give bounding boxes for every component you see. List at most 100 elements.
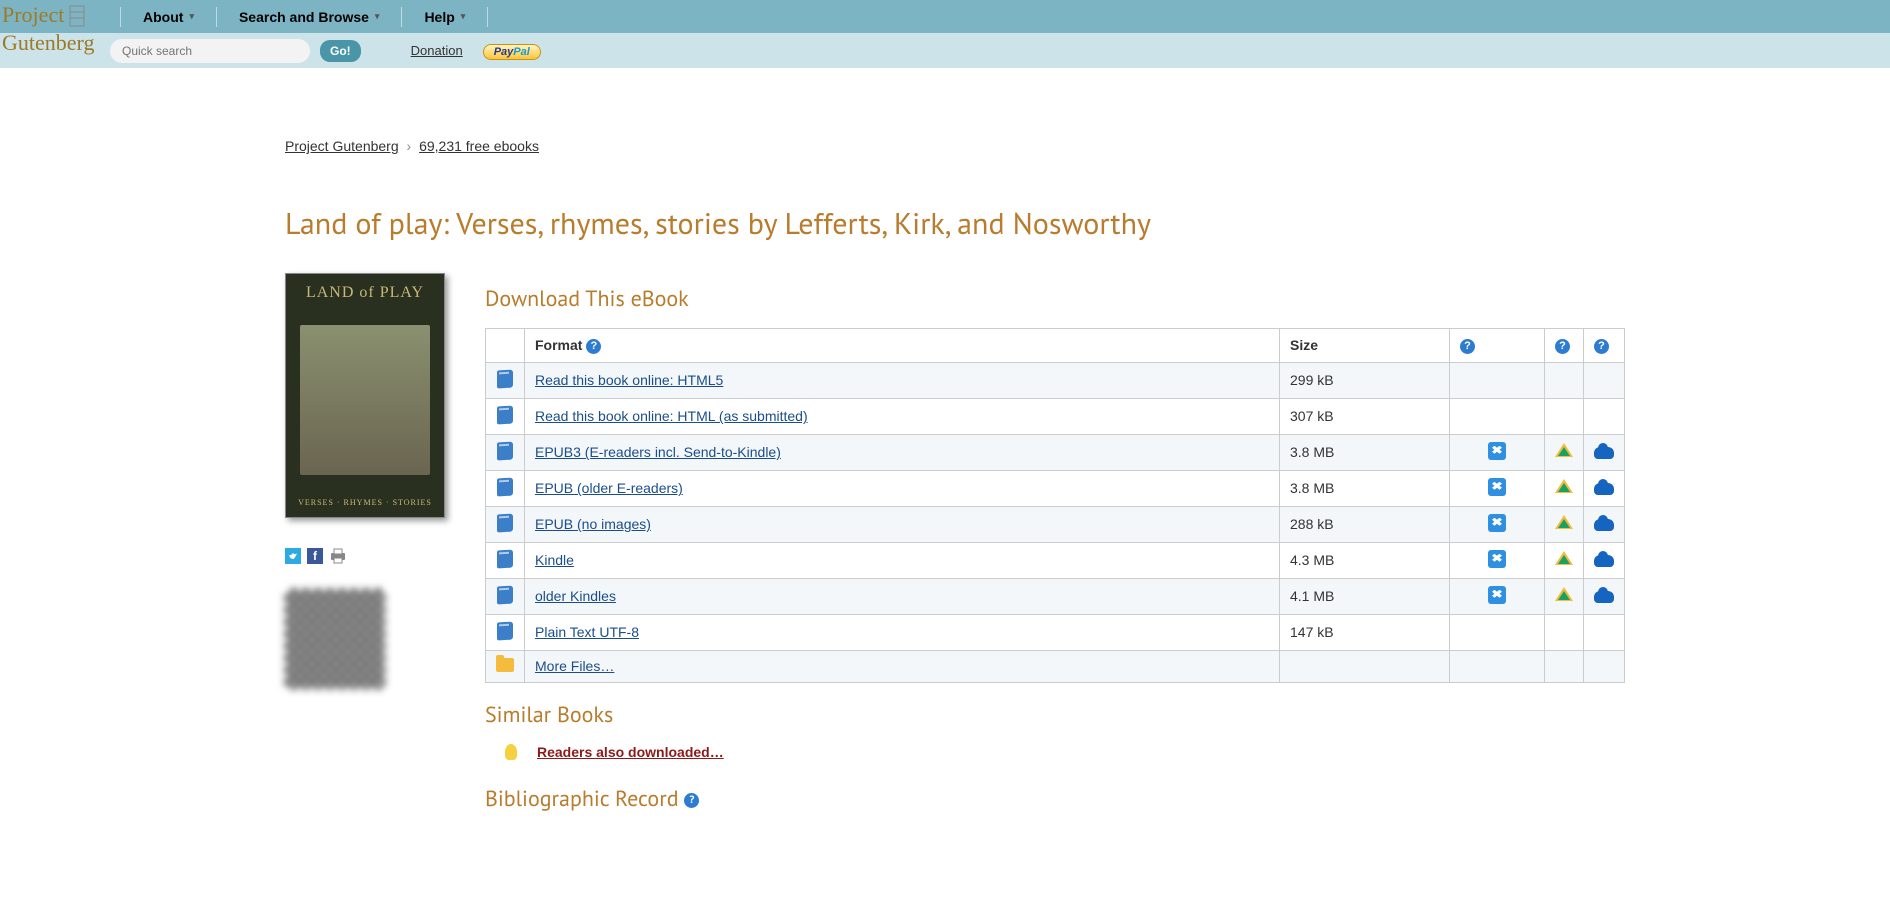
onedrive-cell (1584, 470, 1625, 506)
dropbox-cell (1450, 578, 1545, 614)
onedrive-cell (1584, 614, 1625, 650)
lightbulb-icon (505, 744, 517, 760)
facebook-icon[interactable]: f (307, 548, 323, 564)
page-title: Land of play: Verses, rhymes, stories by… (285, 204, 1625, 243)
dropbox-cell (1450, 398, 1545, 434)
row-icon-cell (486, 362, 525, 398)
th-format: Format ? (525, 329, 1280, 363)
download-table: Format ? Size ? ? ? Read this book onlin… (485, 328, 1625, 683)
gdrive-icon[interactable] (1555, 479, 1573, 495)
dropbox-icon[interactable] (1488, 442, 1506, 460)
twitter-icon[interactable] (285, 548, 301, 564)
dropbox-cell (1450, 470, 1545, 506)
gdrive-icon[interactable] (1555, 443, 1573, 459)
table-row: older Kindles4.1 MB (486, 578, 1625, 614)
table-row: EPUB3 (E-readers incl. Send-to-Kindle) 3.… (486, 434, 1625, 470)
gdrive-cell (1545, 398, 1584, 434)
nav-search-browse[interactable]: Search and Browse (217, 0, 401, 33)
search-go-button[interactable]: Go! (320, 40, 361, 62)
dropbox-cell (1450, 650, 1545, 682)
onedrive-icon[interactable] (1594, 555, 1614, 567)
help-icon[interactable]: ? (684, 793, 699, 808)
size-cell: 3.8 MB (1280, 434, 1450, 470)
nav-help-label: Help (424, 9, 454, 25)
format-link[interactable]: older Kindles (535, 588, 616, 604)
onedrive-icon[interactable] (1594, 519, 1614, 531)
site-logo[interactable]: Project Gutenberg (2, 2, 107, 67)
table-row: More Files… (486, 650, 1625, 682)
dropbox-cell (1450, 542, 1545, 578)
row-icon-cell (486, 506, 525, 542)
format-link[interactable]: More Files… (535, 658, 614, 674)
onedrive-icon[interactable] (1594, 591, 1614, 603)
nav-about[interactable]: About (121, 0, 216, 33)
gdrive-cell (1545, 650, 1584, 682)
onedrive-icon[interactable] (1594, 483, 1614, 495)
th-onedrive: ? (1584, 329, 1625, 363)
quick-search-input[interactable] (110, 39, 310, 63)
help-icon[interactable]: ? (1460, 339, 1475, 354)
breadcrumb-sep: › (407, 138, 412, 154)
format-link[interactable]: Kindle (535, 552, 574, 568)
format-link[interactable]: EPUB3 (E-readers incl. Send-to-Kindle) (535, 444, 781, 460)
gdrive-cell (1545, 470, 1584, 506)
print-icon[interactable] (329, 548, 347, 564)
gdrive-cell (1545, 434, 1584, 470)
onedrive-cell (1584, 398, 1625, 434)
social-row: f (285, 548, 445, 564)
row-icon-cell (486, 434, 525, 470)
book-icon (497, 441, 513, 460)
dropbox-cell (1450, 614, 1545, 650)
book-icon (497, 369, 513, 388)
similar-heading: Similar Books (485, 701, 1625, 729)
format-link[interactable]: Read this book online: HTML5 (535, 372, 723, 388)
nav-help[interactable]: Help (402, 0, 487, 33)
format-link[interactable]: Read this book online: HTML (as submitte… (535, 408, 808, 424)
th-gdrive: ? (1545, 329, 1584, 363)
size-cell: 4.3 MB (1280, 542, 1450, 578)
table-row: Read this book online: HTML (as submitte… (486, 398, 1625, 434)
dropbox-icon[interactable] (1488, 586, 1506, 604)
search-bar: Go! Donation PayPal (0, 33, 1890, 68)
dropbox-cell (1450, 362, 1545, 398)
table-row: EPUB (older E-readers)3.8 MB (486, 470, 1625, 506)
dropbox-icon[interactable] (1488, 478, 1506, 496)
logo-line2: Gutenberg (2, 30, 94, 55)
row-icon-cell (486, 650, 525, 682)
qr-code (285, 589, 385, 689)
gdrive-icon[interactable] (1555, 587, 1573, 603)
table-row: Read this book online: HTML5299 kB (486, 362, 1625, 398)
gdrive-icon[interactable] (1555, 515, 1573, 531)
logo-line1: Project (2, 2, 64, 28)
book-icon (497, 513, 513, 532)
paypal-button[interactable]: PayPal (483, 42, 541, 60)
book-icon (497, 405, 513, 424)
dropbox-cell (1450, 506, 1545, 542)
dropbox-icon[interactable] (1488, 550, 1506, 568)
format-link[interactable]: Plain Text UTF-8 (535, 624, 639, 640)
onedrive-cell (1584, 542, 1625, 578)
onedrive-icon[interactable] (1594, 447, 1614, 459)
book-cover[interactable]: LAND of PLAY VERSES · RHYMES · STORIES (285, 273, 445, 518)
book-icon (497, 621, 513, 640)
help-icon[interactable]: ? (1594, 339, 1609, 354)
th-icon (486, 329, 525, 363)
help-icon[interactable]: ? (586, 339, 601, 354)
readers-also-link[interactable]: Readers also downloaded… (537, 744, 724, 760)
table-row: Plain Text UTF-8147 kB (486, 614, 1625, 650)
gdrive-cell (1545, 578, 1584, 614)
cover-subtitle: VERSES · RHYMES · STORIES (298, 498, 432, 507)
format-link[interactable]: EPUB (no images) (535, 516, 651, 532)
breadcrumb-home[interactable]: Project Gutenberg (285, 138, 399, 154)
format-link[interactable]: EPUB (older E-readers) (535, 480, 683, 496)
dropbox-icon[interactable] (1488, 514, 1506, 532)
gdrive-cell (1545, 614, 1584, 650)
gdrive-icon[interactable] (1555, 551, 1573, 567)
book-icon (497, 585, 513, 604)
help-icon[interactable]: ? (1555, 339, 1570, 354)
th-dropbox: ? (1450, 329, 1545, 363)
donation-link[interactable]: Donation (411, 43, 463, 58)
breadcrumb-count[interactable]: 69,231 free ebooks (419, 138, 539, 154)
format-cell: Kindle (525, 542, 1280, 578)
row-icon-cell (486, 614, 525, 650)
